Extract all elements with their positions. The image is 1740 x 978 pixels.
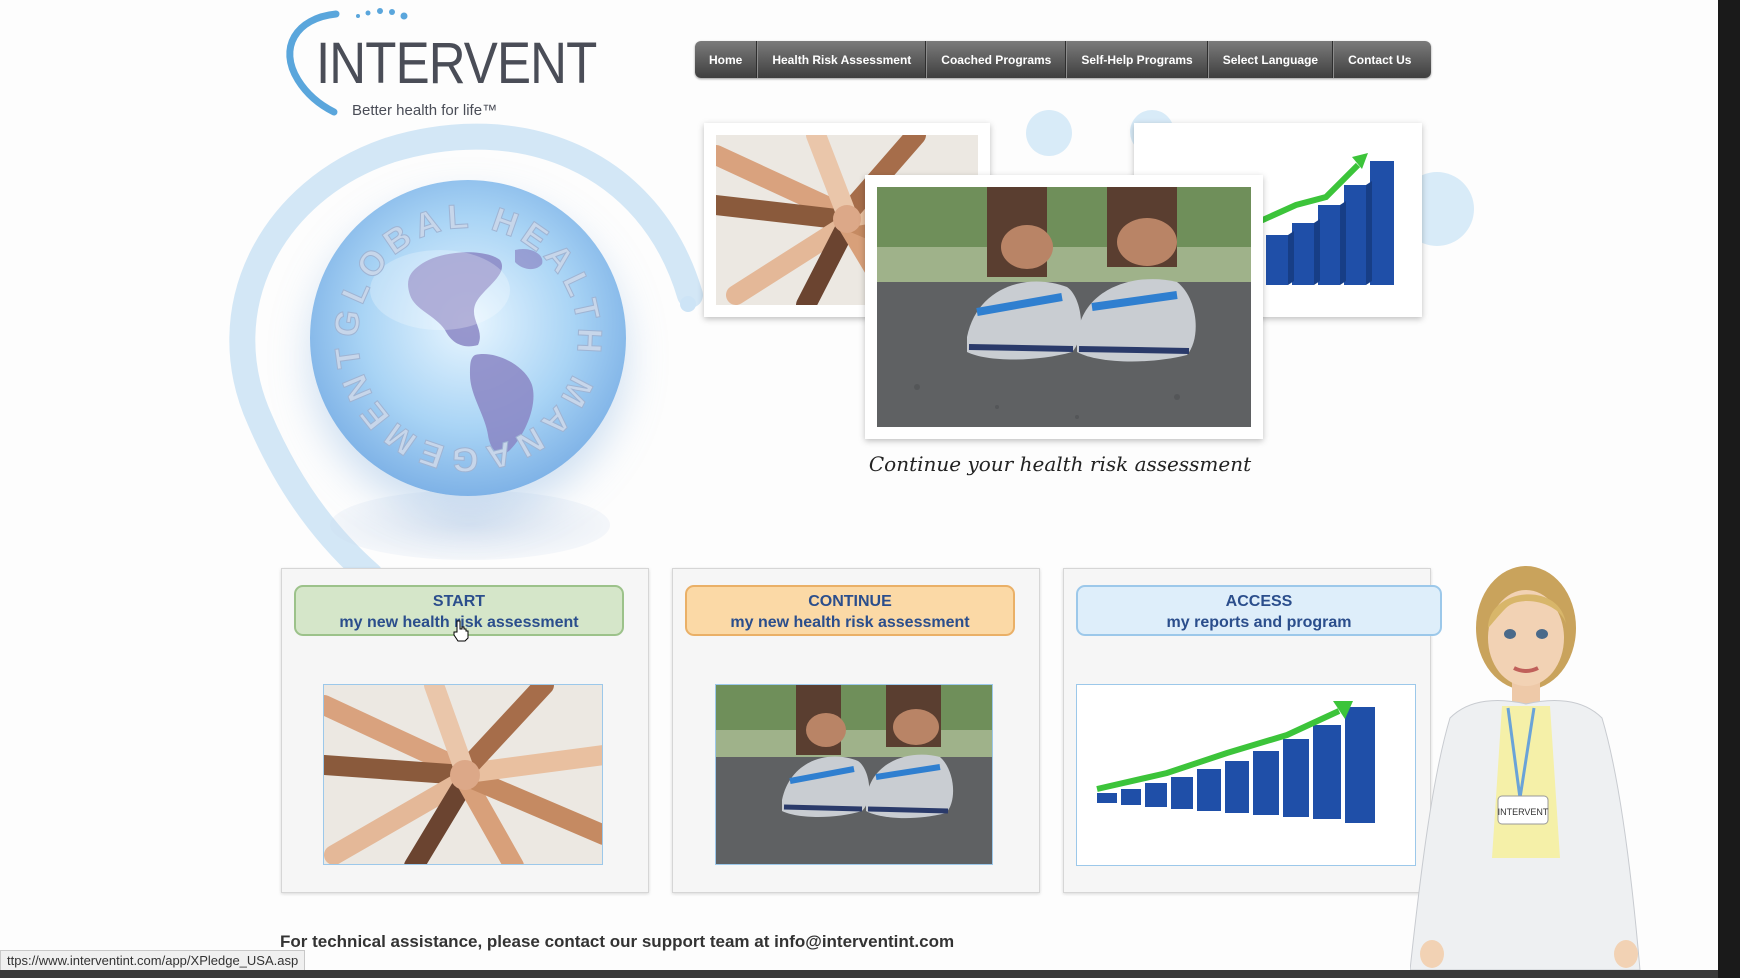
continue-card: CONTINUE my new health risk assessment — [672, 568, 1040, 893]
nav-health-risk-assessment[interactable]: Health Risk Assessment — [757, 41, 927, 78]
access-card: ACCESS my reports and program — [1063, 568, 1442, 893]
hero-caption: Continue your health risk assessment — [868, 452, 1252, 476]
intervent-logo[interactable]: INTERVENT Better health for life™ — [276, 8, 597, 119]
start-hands-image[interactable] — [323, 684, 603, 865]
continue-assessment-button[interactable]: CONTINUE my new health risk assessment — [685, 585, 1015, 636]
access-reports-button[interactable]: ACCESS my reports and program — [1076, 585, 1442, 636]
browser-status-url: ttps://www.interventint.com/app/XPledge_… — [0, 950, 306, 971]
nav-contact-us[interactable]: Contact Us — [1333, 41, 1425, 78]
start-card: START my new health risk assessment — [281, 568, 649, 893]
right-frame-edge — [1718, 0, 1740, 978]
access-button-title: ACCESS — [1225, 593, 1293, 610]
main-nav: Home Health Risk Assessment Coached Prog… — [695, 41, 1431, 78]
svg-text:INTERVENT: INTERVENT — [1498, 807, 1549, 817]
collage-shoes-photo — [865, 175, 1263, 439]
support-contact-text: For technical assistance, please contact… — [280, 932, 955, 951]
continue-button-subtitle: my new health risk assessment — [730, 614, 970, 631]
access-chart-image[interactable] — [1076, 684, 1416, 866]
global-health-globe-image: GLOBAL HEALTH MANAGEMENT — [310, 180, 626, 496]
continue-shoes-image[interactable] — [715, 684, 993, 865]
nav-home[interactable]: Home — [695, 41, 758, 78]
decorative-bubble — [1026, 110, 1072, 156]
nav-coached-programs[interactable]: Coached Programs — [926, 41, 1067, 78]
nav-select-language[interactable]: Select Language — [1207, 41, 1334, 78]
nav-self-help-programs[interactable]: Self-Help Programs — [1066, 41, 1208, 78]
start-button-title: START — [432, 593, 486, 610]
continue-button-title: CONTINUE — [808, 593, 892, 610]
decorative-bubble — [680, 296, 696, 312]
hand-pointer-icon — [453, 620, 469, 642]
logo-wordmark: INTERVENT — [316, 31, 597, 96]
page: INTERVENT Better health for life™ Home H… — [0, 0, 1740, 978]
logo-tagline: Better health for life™ — [352, 102, 498, 119]
bottom-frame-bar — [0, 970, 1740, 978]
access-button-subtitle: my reports and program — [1166, 614, 1352, 631]
globe-shadow — [330, 490, 610, 560]
virtual-coach-avatar[interactable]: INTERVENT — [1410, 558, 1660, 970]
